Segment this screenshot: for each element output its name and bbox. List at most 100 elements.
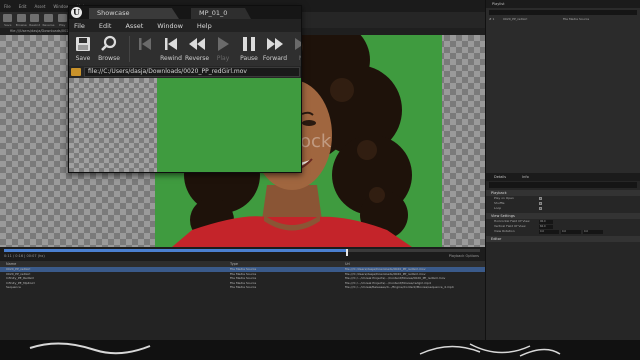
playback-options-button[interactable]: Playback Options bbox=[449, 254, 479, 258]
editor-menu-edit[interactable]: Edit bbox=[19, 4, 27, 9]
rotation-z-field[interactable]: 0.0 bbox=[583, 229, 603, 234]
tab-playlist[interactable]: Playlist bbox=[486, 0, 640, 8]
next-label: N bbox=[299, 55, 301, 62]
tab-details[interactable]: Details bbox=[486, 173, 514, 181]
rotation-y-field[interactable]: 0.0 bbox=[561, 229, 581, 234]
search-icon bbox=[101, 35, 117, 51]
source-path-field[interactable]: file://C:/Users/dasja/Downloads/0020_PP_… bbox=[84, 67, 300, 77]
playlist-search-input[interactable] bbox=[489, 10, 637, 15]
play-icon bbox=[57, 14, 67, 22]
folder-icon[interactable] bbox=[71, 68, 81, 76]
pause-button[interactable]: Pause bbox=[235, 35, 263, 62]
table-row[interactable]: Sequence File Media Source file:///C:/..… bbox=[0, 285, 485, 290]
timeline-track[interactable] bbox=[4, 249, 480, 256]
row-name: Sequence bbox=[6, 285, 21, 289]
skip-back-icon bbox=[139, 38, 151, 50]
editor-play-label: Play bbox=[59, 23, 66, 27]
menubar: File Edit Asset Window Help bbox=[69, 19, 301, 32]
section-editor[interactable]: Editor bbox=[486, 236, 640, 242]
browse-button[interactable]: Browse bbox=[95, 35, 123, 62]
reverse-icon bbox=[189, 38, 205, 50]
timeline-playhead[interactable] bbox=[345, 249, 348, 256]
window-titlebar[interactable]: U Showcase MP_01_0 bbox=[69, 6, 301, 19]
playback-timeline[interactable]: 0:11 / 0:16 | 00:07 (hx) Playback Option… bbox=[0, 247, 485, 261]
details-tabs: Details Info bbox=[486, 173, 640, 181]
unreal-logo-icon: U bbox=[71, 7, 82, 18]
prop-view-rotation: View Rotation 0.0 0.0 0.0 bbox=[486, 229, 640, 234]
editor-rewind-button[interactable]: Rewind bbox=[29, 14, 41, 28]
playlist-name: 0020_PP_redGirl bbox=[503, 17, 528, 21]
prop-loop: Loop bbox=[486, 206, 640, 211]
rewind-label: Rewind bbox=[160, 55, 182, 62]
forward-label: Forward bbox=[262, 55, 288, 62]
save-button[interactable]: Save bbox=[69, 35, 97, 62]
tab-info[interactable]: Info bbox=[514, 173, 537, 181]
rotation-x-field[interactable]: 0.0 bbox=[539, 229, 559, 234]
media-player-window[interactable]: U Showcase MP_01_0 File Edit Asset Windo… bbox=[68, 5, 302, 173]
menu-asset[interactable]: Asset bbox=[125, 22, 143, 30]
reverse-button[interactable]: Reverse bbox=[183, 35, 211, 62]
next-button[interactable]: N bbox=[287, 35, 301, 62]
reverse-icon bbox=[44, 14, 53, 22]
play-icon bbox=[218, 37, 229, 51]
rewind-button[interactable]: Rewind bbox=[157, 35, 185, 62]
pause-icon bbox=[243, 37, 255, 51]
details-search-input[interactable] bbox=[489, 182, 637, 188]
skip-forward-icon bbox=[295, 38, 301, 50]
menu-edit[interactable]: Edit bbox=[99, 22, 112, 30]
browse-label: Browse bbox=[98, 55, 120, 62]
prop-label: Loop bbox=[494, 206, 502, 210]
prop-label: View Rotation bbox=[494, 229, 515, 233]
menu-window[interactable]: Window bbox=[157, 22, 183, 30]
row-url: file:///C:/.../Unreal/Releases/4.../Engi… bbox=[345, 285, 454, 289]
save-label: Save bbox=[75, 55, 91, 62]
save-icon bbox=[76, 37, 90, 51]
preview-green-frame bbox=[157, 78, 301, 172]
shuffle-checkbox[interactable] bbox=[539, 202, 542, 205]
details-panel: Playlist # 1 0020_PP_redGirl File Media … bbox=[485, 0, 640, 340]
toolbar-divider bbox=[129, 36, 130, 62]
stock-watermark: ock bbox=[300, 131, 332, 152]
time-readout: 0:11 / 0:16 | 00:07 (hx) bbox=[4, 254, 45, 258]
editor-reverse-button[interactable]: Reverse bbox=[42, 14, 55, 28]
tab-showcase[interactable]: Showcase bbox=[89, 8, 179, 19]
menu-file[interactable]: File bbox=[74, 22, 85, 30]
editor-rewind-label: Rewind bbox=[29, 23, 41, 27]
source-path-row: file://C:/Users/dasja/Downloads/0020_PP_… bbox=[69, 66, 301, 78]
pause-label: Pause bbox=[240, 55, 258, 62]
vfov-field[interactable]: 60.0 bbox=[539, 224, 553, 229]
editor-save-label: Save bbox=[4, 23, 12, 27]
editor-save-button[interactable]: Save bbox=[2, 14, 14, 28]
editor-play-button[interactable]: Play bbox=[57, 14, 69, 28]
editor-browse-label: Browse bbox=[15, 23, 27, 27]
play-button[interactable]: Play bbox=[209, 35, 237, 62]
hfov-field[interactable]: 90.0 bbox=[539, 219, 553, 224]
menu-help[interactable]: Help bbox=[197, 22, 212, 30]
media-preview bbox=[69, 78, 301, 172]
bottom-overlay-strip bbox=[0, 340, 640, 360]
editor-browse-button[interactable]: Browse bbox=[16, 14, 28, 28]
browse-icon bbox=[16, 14, 26, 22]
play-label: Play bbox=[216, 55, 230, 62]
playlist: # 1 0020_PP_redGirl File Media Source bbox=[486, 8, 640, 173]
editor-menu-file[interactable]: File bbox=[4, 4, 11, 9]
playlist-index: # 1 bbox=[489, 17, 495, 21]
fast-forward-icon bbox=[267, 38, 283, 50]
rewind-icon bbox=[30, 14, 40, 22]
tab-media-player[interactable]: MP_01_0 bbox=[191, 8, 251, 19]
row-type: File Media Source bbox=[230, 285, 257, 289]
timeline-progress bbox=[4, 249, 347, 252]
loop-checkbox[interactable] bbox=[539, 207, 542, 210]
editor-menu-window[interactable]: Window bbox=[53, 4, 69, 9]
list-item[interactable]: # 1 0020_PP_redGirl File Media Source bbox=[489, 17, 637, 21]
playlist-type: File Media Source bbox=[563, 17, 590, 21]
decorative-brush-strokes bbox=[29, 342, 561, 357]
editor-reverse-label: Reverse bbox=[42, 23, 55, 27]
toolbar: Save Browse Rewind Reverse Play Pause Fo… bbox=[69, 32, 301, 66]
play-on-open-checkbox[interactable] bbox=[539, 197, 542, 200]
save-icon bbox=[3, 14, 13, 22]
preview-checkerboard bbox=[69, 78, 157, 172]
editor-menu-asset[interactable]: Asset bbox=[34, 4, 45, 9]
forward-button[interactable]: Forward bbox=[261, 35, 289, 62]
previous-button[interactable] bbox=[131, 35, 159, 53]
